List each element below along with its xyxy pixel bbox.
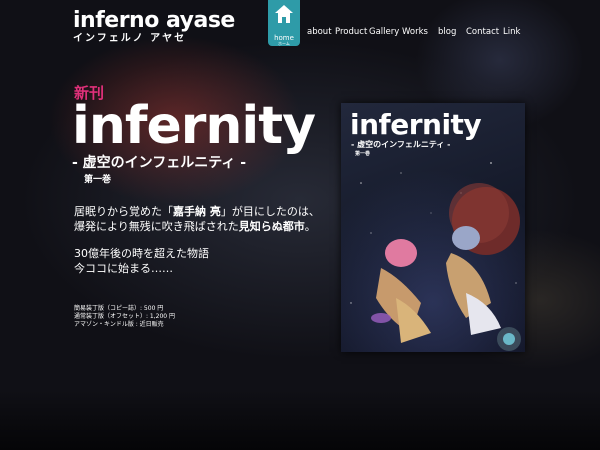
cover-subtitle: - 虚空のインフェルニティ - [351, 140, 451, 149]
city-highlight: 見知らぬ都市 [238, 220, 305, 233]
book-volume: 第一巻 [84, 175, 112, 185]
tagline-line-2: 今ココに始まる…… [74, 262, 173, 275]
home-button[interactable]: home ホーム [268, 0, 300, 46]
description-line-1: 居眠りから覚めた「嘉手納 亮」が目にしたのは、 [74, 205, 320, 218]
home-icon [275, 5, 293, 23]
edition-item: 通常装丁版（オフセット）: 1,200 円 [74, 313, 176, 320]
character-name: 嘉手納 亮 [173, 205, 221, 218]
cover-volume: 第一巻 [355, 151, 371, 157]
nav-gallery[interactable]: Gallery [369, 27, 399, 37]
nav-works[interactable]: Works [402, 27, 428, 37]
tagline-line-1: 30億年後の時を超えた物語 [74, 247, 209, 260]
logo-main-text: inferno ayase [73, 8, 235, 33]
site-logo[interactable]: inferno ayase インフェルノ アヤセ [73, 9, 235, 45]
book-cover-image[interactable]: infernity - 虚空のインフェルニティ - 第一巻 [341, 103, 525, 352]
nav-link[interactable]: Link [503, 27, 520, 37]
book-description: 居眠りから覚めた「嘉手納 亮」が目にしたのは、 爆発により無残に吹き飛ばされた見… [74, 204, 320, 234]
book-title: infernity [72, 96, 316, 156]
nav-product[interactable]: Product [335, 27, 367, 37]
edition-list: 簡易装丁版（コピー誌）: 500 円 通常装丁版（オフセット）: 1,200 円… [74, 305, 175, 329]
nav-contact[interactable]: Contact [466, 27, 499, 37]
cover-title: infernity [350, 108, 482, 141]
nav-about[interactable]: about [307, 27, 332, 37]
edition-item: 簡易装丁版（コピー誌）: 500 円 [74, 305, 164, 312]
book-subtitle: - 虚空のインフェルニティ - [72, 155, 247, 171]
home-sub-label: ホーム [278, 41, 290, 46]
book-tagline: 30億年後の時を超えた物語 今ココに始まる…… [74, 246, 209, 276]
description-line-2: 爆発により無残に吹き飛ばされた見知らぬ都市。 [74, 220, 316, 233]
bottom-fade [0, 390, 600, 450]
edition-item: アマゾン・キンドル版 : 近日販売 [74, 321, 164, 328]
logo-sub-text: インフェルノ アヤセ [73, 33, 187, 44]
nav-blog[interactable]: blog [438, 27, 456, 37]
